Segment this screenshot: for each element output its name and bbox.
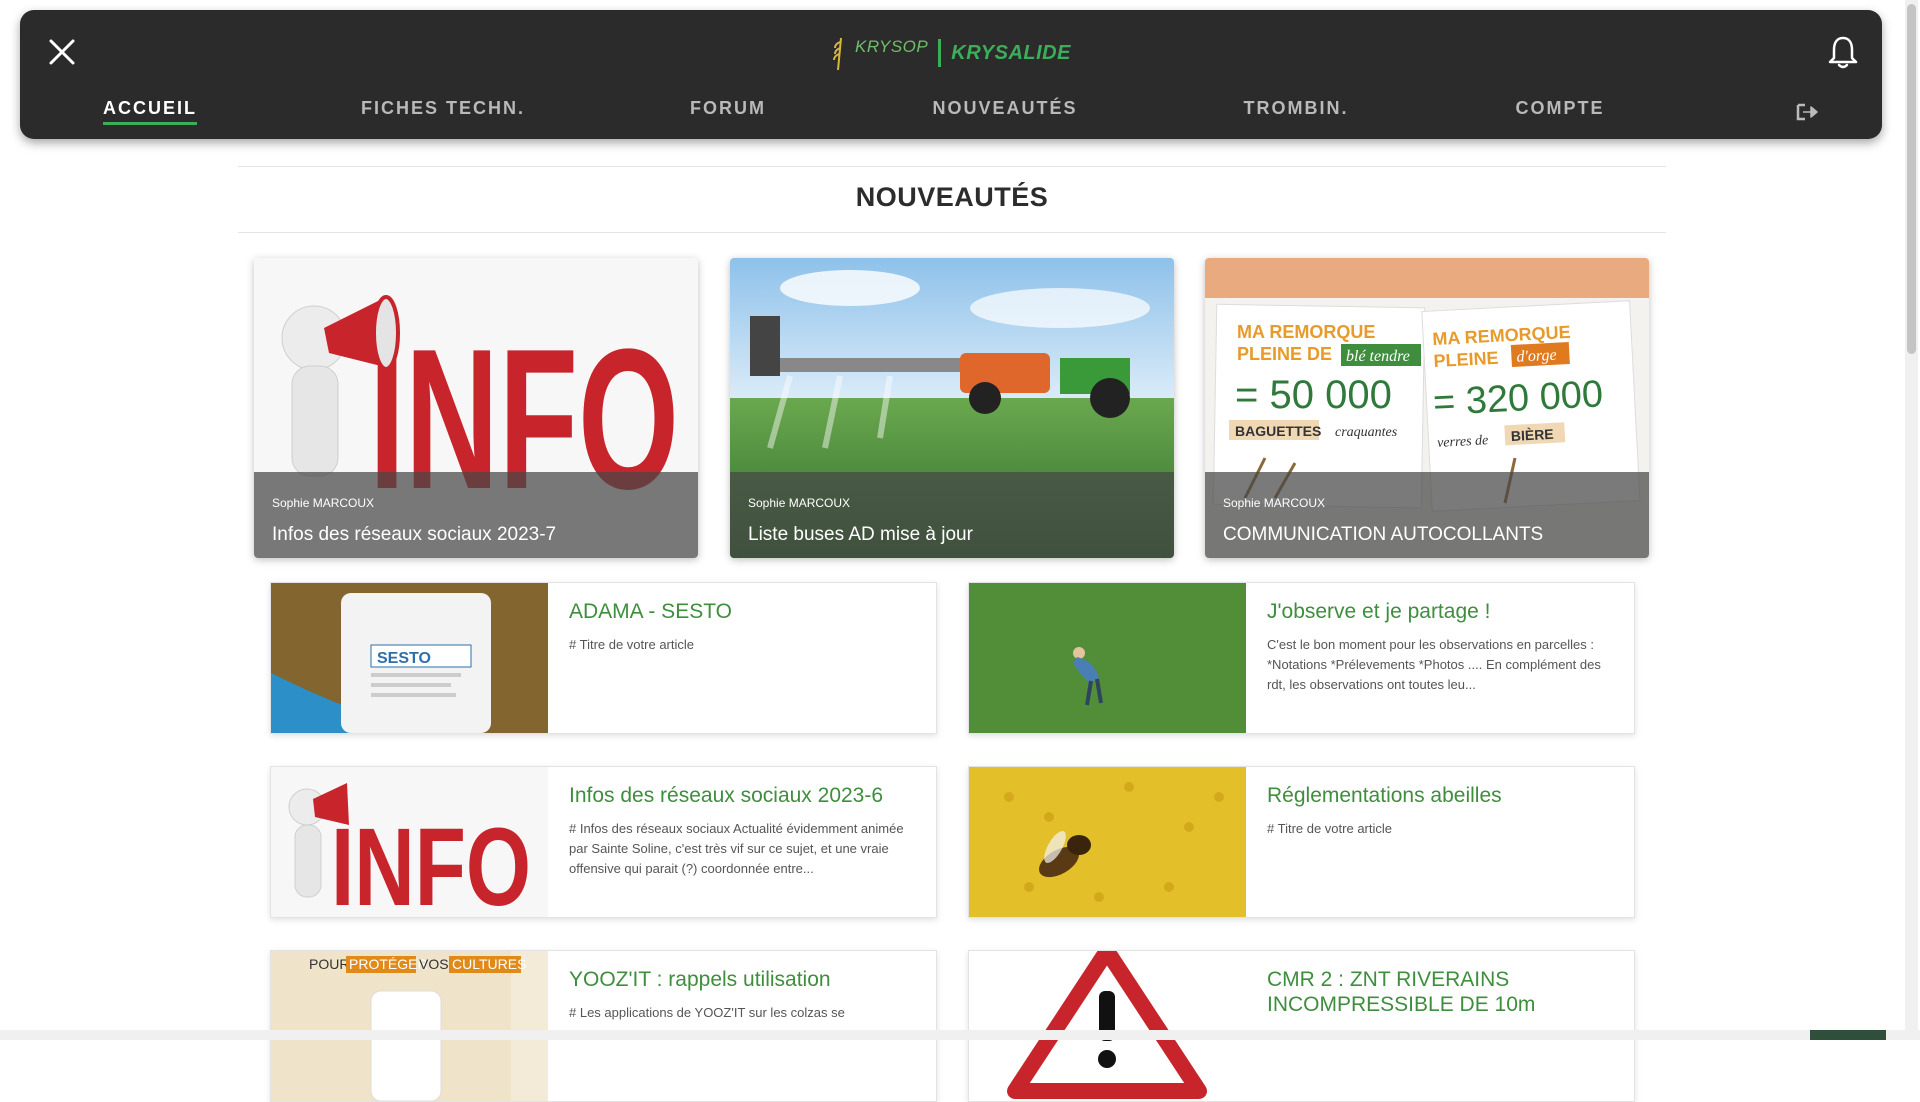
nav-item-nouveautes[interactable]: NOUVEAUTÉS <box>932 98 1077 119</box>
article-title: ADAMA - SESTO <box>569 600 732 623</box>
nav-item-compte[interactable]: COMPTE <box>1515 98 1604 119</box>
article-card[interactable]: Réglementations abeilles # Titre de votr… <box>968 766 1635 918</box>
wheat-icon <box>833 37 843 70</box>
poster-text: d'orge <box>1516 347 1557 366</box>
main-nav: ACCUEIL FICHES TECHN. FORUM NOUVEAUTÉS T… <box>20 98 1882 128</box>
article-card[interactable]: INFO Infos des réseaux sociaux 2023-6 # … <box>270 766 937 918</box>
poster-text: PLEINE <box>1433 348 1499 371</box>
article-image: INFO <box>271 767 548 917</box>
article-image: POUR PROTÉGER VOS CULTURES <box>271 951 548 1101</box>
banner-word: PROTÉGER <box>349 956 428 972</box>
article-card[interactable]: CMR 2 : ZNT RIVERAINS INCOMPRESSIBLE DE … <box>968 950 1635 1102</box>
poster-text: verres de <box>1437 433 1489 451</box>
featured-card[interactable]: Sophie MARCOUX Liste buses AD mise à jou… <box>730 258 1174 558</box>
featured-card[interactable]: INFO Sophie MARCOUX Infos des réseaux so… <box>254 258 698 558</box>
scrollbar-thumb[interactable] <box>1907 4 1916 354</box>
article-title: J'observe et je partage ! <box>1267 600 1491 623</box>
nav-item-accueil[interactable]: ACCUEIL <box>103 98 197 125</box>
article-excerpt: # Titre de votre article <box>569 637 694 652</box>
divider-bottom <box>238 232 1666 233</box>
brand-separator <box>938 39 942 67</box>
article-image <box>969 583 1246 733</box>
poster-text: = 50 000 <box>1235 373 1392 417</box>
article-excerpt: # Les applications de YOOZ'IT sur les co… <box>569 1005 845 1020</box>
featured-author: Sophie MARCOUX <box>748 496 851 510</box>
info-image-text: INFO <box>331 806 531 917</box>
section-title: NOUVEAUTÉS <box>855 182 1049 212</box>
brand-krysop: KRYSOP <box>855 37 929 56</box>
banner-word: VOS <box>419 956 449 972</box>
poster-text: blé tendre <box>1346 348 1410 365</box>
poster-text: BIÈRE <box>1510 426 1554 444</box>
article-card[interactable]: SESTO ADAMA - SESTO # Titre de votre art… <box>270 582 937 734</box>
article-image <box>969 951 1246 1101</box>
nav-item-fiches-techn[interactable]: FICHES TECHN. <box>361 98 525 119</box>
sesto-label: SESTO <box>377 650 431 667</box>
divider-top <box>238 166 1666 167</box>
logout-icon[interactable] <box>1796 102 1818 122</box>
featured-title: Liste buses AD mise à jour <box>748 524 973 545</box>
article-image <box>969 767 1246 917</box>
article-title: YOOZ'IT : rappels utilisation <box>569 968 831 991</box>
article-card[interactable]: J'observe et je partage ! C'est le bon m… <box>968 582 1635 734</box>
nav-item-trombin[interactable]: TROMBIN. <box>1244 98 1349 119</box>
article-image: SESTO <box>271 583 548 733</box>
article-excerpt: # Infos des réseaux sociaux Actualité év… <box>569 821 904 876</box>
bell-icon[interactable] <box>1826 34 1860 70</box>
article-card[interactable]: POUR PROTÉGER VOS CULTURES YOOZ'IT : rap… <box>270 950 937 1102</box>
nav-item-forum[interactable]: FORUM <box>690 98 766 119</box>
vertical-scrollbar[interactable] <box>1905 0 1918 1030</box>
article-title: Infos des réseaux sociaux 2023-6 <box>569 784 884 807</box>
featured-author: Sophie MARCOUX <box>272 496 375 510</box>
featured-card[interactable]: MA REMORQUE PLEINE DE blé tendre = 50 00… <box>1205 258 1649 558</box>
featured-author: Sophie MARCOUX <box>1223 496 1326 510</box>
featured-title: Infos des réseaux sociaux 2023-7 <box>272 524 557 545</box>
bottom-strip <box>0 1030 1920 1040</box>
featured-title: COMMUNICATION AUTOCOLLANTS <box>1223 524 1544 545</box>
poster-text: craquantes <box>1335 425 1398 440</box>
brand-krysalide: KRYSALIDE <box>951 41 1071 64</box>
poster-text: MA REMORQUE <box>1237 322 1375 342</box>
article-title: CMR 2 : ZNT RIVERAINS INCOMPRESSIBLE DE … <box>1267 968 1536 1016</box>
poster-text: BAGUETTES <box>1235 423 1321 439</box>
banner-word: POUR <box>309 956 349 972</box>
top-nav-bar: KRYSOP KRYSALIDE ACCUEIL FICHES TECHN. F… <box>20 10 1882 139</box>
brand-logo[interactable]: KRYSOP KRYSALIDE <box>20 36 1882 76</box>
article-excerpt: C'est le bon moment pour les observation… <box>1267 637 1601 692</box>
banner-word: CULTURES <box>452 956 526 972</box>
article-title: Réglementations abeilles <box>1267 784 1502 807</box>
poster-text: PLEINE DE <box>1237 344 1332 364</box>
poster-text: = 320 000 <box>1432 373 1604 424</box>
bottom-corner-block <box>1810 1030 1886 1040</box>
article-excerpt: # Titre de votre article <box>1267 821 1392 836</box>
